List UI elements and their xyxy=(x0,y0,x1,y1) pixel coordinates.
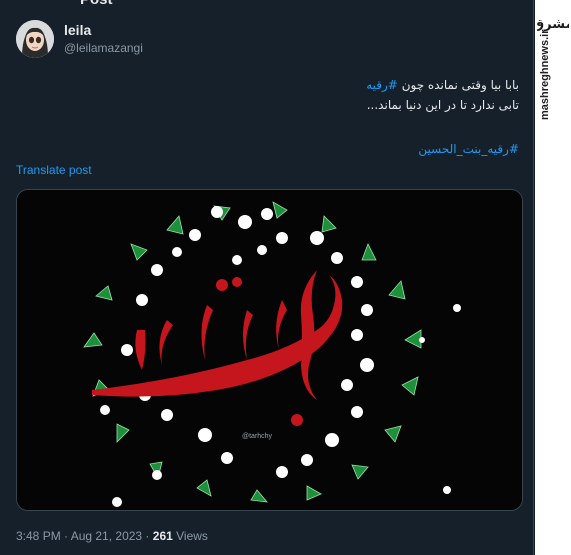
translate-post-link[interactable]: Translate post xyxy=(16,163,92,177)
tweet-card: Post leila @leilamazangi بابا بیا وقتی ن… xyxy=(0,0,534,555)
media-watermark: @tarhchy xyxy=(242,433,273,440)
tweet-text-line-2: تابی ندارد تا در این دنیا بماند... xyxy=(366,98,519,112)
tweet-meta: 3:48 PM · Aug 21, 2023 · 261 Views xyxy=(16,529,208,543)
views-label: Views xyxy=(176,529,208,543)
author-name[interactable]: leila xyxy=(64,22,91,38)
hashtag-link-2[interactable]: #رقیه_بنت_الحسین xyxy=(418,142,519,156)
views-count: 261 xyxy=(152,529,173,543)
tweet-text: بابا بیا وقتی نمانده چون #رقیه تابی ندار… xyxy=(49,75,519,115)
media-artwork: @tarhchy xyxy=(17,190,522,510)
tweet-media-image[interactable]: @tarhchy xyxy=(16,189,523,511)
header-title: Post xyxy=(80,0,113,8)
timestamp[interactable]: 3:48 PM · Aug 21, 2023 · xyxy=(16,529,149,543)
avatar-image xyxy=(16,20,54,58)
avatar[interactable] xyxy=(16,20,54,58)
tweet-text-line-1: بابا بیا وقتی نمانده چون #رقیه xyxy=(49,75,519,95)
author-handle[interactable]: @leilamazangi xyxy=(64,41,143,55)
hashtag-link[interactable]: #رقیه xyxy=(366,78,398,92)
watermark-sidebar: مشرق mashreghnews.ir xyxy=(533,0,571,555)
site-url: mashreghnews.ir xyxy=(539,29,551,120)
tweet-text-line-1-body: بابا بیا وقتی نمانده چون xyxy=(401,78,519,92)
